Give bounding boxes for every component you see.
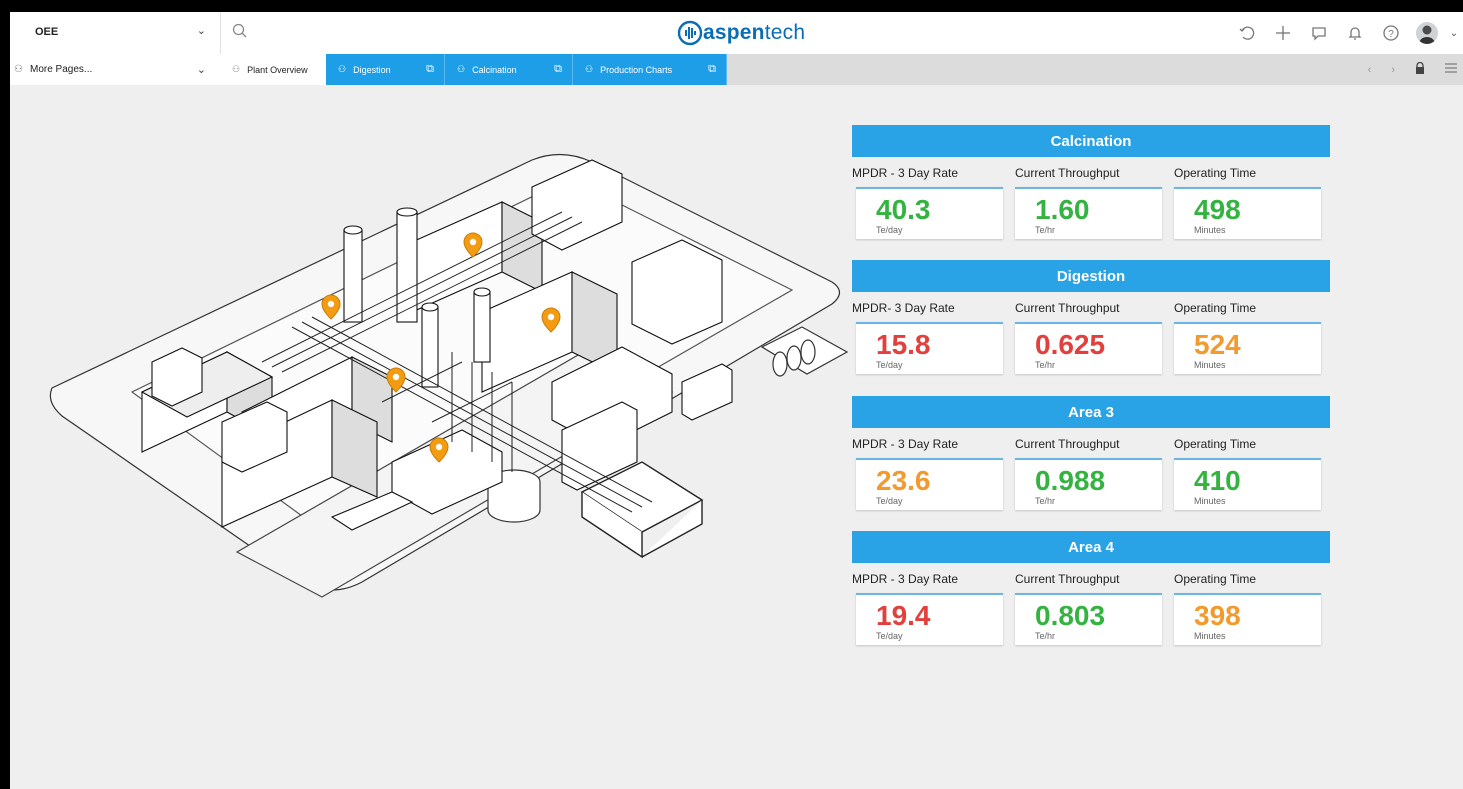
tab-label: Plant Overview: [247, 64, 308, 75]
metric-unit: Te/day: [876, 225, 903, 235]
logo-text-bold: aspen: [703, 21, 765, 44]
tab-label: Calcination: [472, 64, 517, 75]
metric-unit: Minutes: [1194, 360, 1226, 370]
app-window: OEE ⌄ aspentech ? ⌄ ⚇ More Pages... ⌄ ⚇ …: [10, 12, 1463, 789]
metric-value: 0.625: [1035, 329, 1106, 360]
metric-unit: Te/hr: [1035, 496, 1056, 506]
metric-card-throughput[interactable]: 0.803 Te/hr: [1015, 593, 1162, 645]
metric-card-throughput[interactable]: 1.60 Te/hr: [1015, 187, 1162, 239]
pages-icon: ⚇: [338, 64, 347, 74]
chevron-down-icon[interactable]: ⌄: [1447, 12, 1461, 54]
panel-title: Calcination: [852, 125, 1330, 157]
search-icon[interactable]: [232, 23, 248, 44]
metric-card-operating-time[interactable]: 524 Minutes: [1174, 322, 1321, 374]
top-bar: OEE ⌄ aspentech ? ⌄: [10, 12, 1463, 55]
metric-label: MPDR- 3 Day Rate: [852, 301, 955, 315]
metric-unit: Te/day: [876, 360, 903, 370]
metric-card-mpdr[interactable]: 23.6 Te/day: [856, 458, 1003, 510]
metric-value: 19.4: [876, 600, 931, 631]
metric-label: Operating Time: [1174, 166, 1257, 180]
panel-title: Area 3: [852, 396, 1330, 428]
popout-icon[interactable]: ⧉: [426, 63, 434, 76]
metric-card-mpdr[interactable]: 19.4 Te/day: [856, 593, 1003, 645]
pages-icon: ⚇: [232, 64, 241, 74]
metric-value: 524: [1194, 329, 1241, 360]
metric-value: 23.6: [876, 465, 931, 496]
add-icon[interactable]: [1267, 12, 1299, 54]
bell-icon[interactable]: [1339, 12, 1371, 54]
chevron-down-icon: ⌄: [196, 64, 206, 76]
metric-card-mpdr[interactable]: 15.8 Te/day: [856, 322, 1003, 374]
metric-value: 0.988: [1035, 465, 1106, 496]
metric-card-operating-time[interactable]: 498 Minutes: [1174, 187, 1321, 239]
metric-value: 1.60: [1035, 194, 1090, 225]
metric-unit: Te/hr: [1035, 360, 1056, 370]
popout-icon[interactable]: ⧉: [708, 63, 716, 76]
tab-label: Digestion: [353, 64, 391, 75]
tab-plant-overview[interactable]: ⚇ Plant Overview: [220, 54, 326, 85]
metric-label: MPDR - 3 Day Rate: [852, 166, 959, 180]
more-pages-label: More Pages...: [30, 64, 93, 75]
metric-card-operating-time[interactable]: 398 Minutes: [1174, 593, 1321, 645]
panel-title: Area 4: [852, 531, 1330, 563]
user-avatar[interactable]: [1411, 12, 1443, 54]
metric-unit: Minutes: [1194, 631, 1226, 641]
aspentech-logo: aspentech: [677, 19, 805, 47]
metric-card-throughput[interactable]: 0.988 Te/hr: [1015, 458, 1162, 510]
tab-label: Production Charts: [600, 64, 673, 75]
metric-label: Current Throughput: [1015, 437, 1120, 451]
metric-label: Current Throughput: [1015, 301, 1120, 315]
more-pages-dropdown[interactable]: ⚇ More Pages... ⌄: [10, 54, 221, 85]
metric-label: MPDR - 3 Day Rate: [852, 437, 959, 451]
metric-label: MPDR - 3 Day Rate: [852, 572, 959, 586]
metric-card-operating-time[interactable]: 410 Minutes: [1174, 458, 1321, 510]
popout-icon[interactable]: ⧉: [554, 63, 562, 76]
metric-label: Operating Time: [1174, 301, 1257, 315]
kpi-panel-area-4: Area 4 MPDR - 3 Day Rate Current Through…: [852, 531, 1330, 645]
tab-production-charts[interactable]: ⚇ Production Charts ⧉: [573, 54, 727, 85]
chat-icon[interactable]: [1303, 12, 1335, 54]
metric-label: Operating Time: [1174, 437, 1257, 451]
tab-calcination[interactable]: ⚇ Calcination ⧉: [445, 54, 573, 85]
lock-icon[interactable]: [1415, 61, 1425, 77]
metric-value: 0.803: [1035, 600, 1106, 631]
tab-digestion[interactable]: ⚇ Digestion ⧉: [326, 54, 445, 85]
plant-3d-illustration: [49, 153, 849, 598]
metric-card-mpdr[interactable]: 40.3 Te/day: [856, 187, 1003, 239]
logo-mark-icon: [677, 20, 703, 46]
metric-value: 40.3: [876, 194, 931, 225]
metric-value: 398: [1194, 600, 1241, 631]
help-icon[interactable]: ?: [1375, 12, 1407, 54]
metric-unit: Te/hr: [1035, 225, 1056, 235]
pages-icon: ⚇: [585, 64, 594, 74]
pages-icon: ⚇: [457, 64, 466, 74]
panel-title: Digestion: [852, 260, 1330, 292]
kpi-panel-area-3: Area 3 MPDR - 3 Day Rate Current Through…: [852, 396, 1330, 510]
metric-unit: Te/day: [876, 496, 903, 506]
logo-text-light: tech: [764, 21, 806, 44]
metric-unit: Te/day: [876, 631, 903, 641]
metric-label: Current Throughput: [1015, 166, 1120, 180]
kpi-panel-calcination: Calcination MPDR - 3 Day Rate Current Th…: [852, 125, 1330, 239]
metric-card-throughput[interactable]: 0.625 Te/hr: [1015, 322, 1162, 374]
metric-unit: Minutes: [1194, 225, 1226, 235]
menu-icon[interactable]: [1445, 63, 1457, 76]
svg-text:?: ?: [1388, 29, 1394, 40]
chevron-left-icon[interactable]: ‹: [1368, 64, 1372, 76]
chevron-right-icon[interactable]: ›: [1391, 64, 1395, 76]
chevron-down-icon: ⌄: [196, 25, 206, 37]
kpi-panel-digestion: Digestion MPDR- 3 Day Rate Current Throu…: [852, 260, 1330, 374]
page-tab-bar: ⚇ More Pages... ⌄ ⚇ Plant Overview ⚇ Dig…: [10, 54, 1463, 85]
workspace-label: OEE: [35, 26, 59, 38]
metric-label: Current Throughput: [1015, 572, 1120, 586]
metric-unit: Minutes: [1194, 496, 1226, 506]
metric-value: 15.8: [876, 329, 931, 360]
history-icon[interactable]: [1231, 12, 1263, 54]
metric-unit: Te/hr: [1035, 631, 1056, 641]
metric-label: Operating Time: [1174, 572, 1257, 586]
metric-value: 410: [1194, 465, 1241, 496]
workspace-selector[interactable]: OEE ⌄: [10, 12, 221, 54]
pages-icon: ⚇: [14, 64, 23, 75]
metric-value: 498: [1194, 194, 1241, 225]
